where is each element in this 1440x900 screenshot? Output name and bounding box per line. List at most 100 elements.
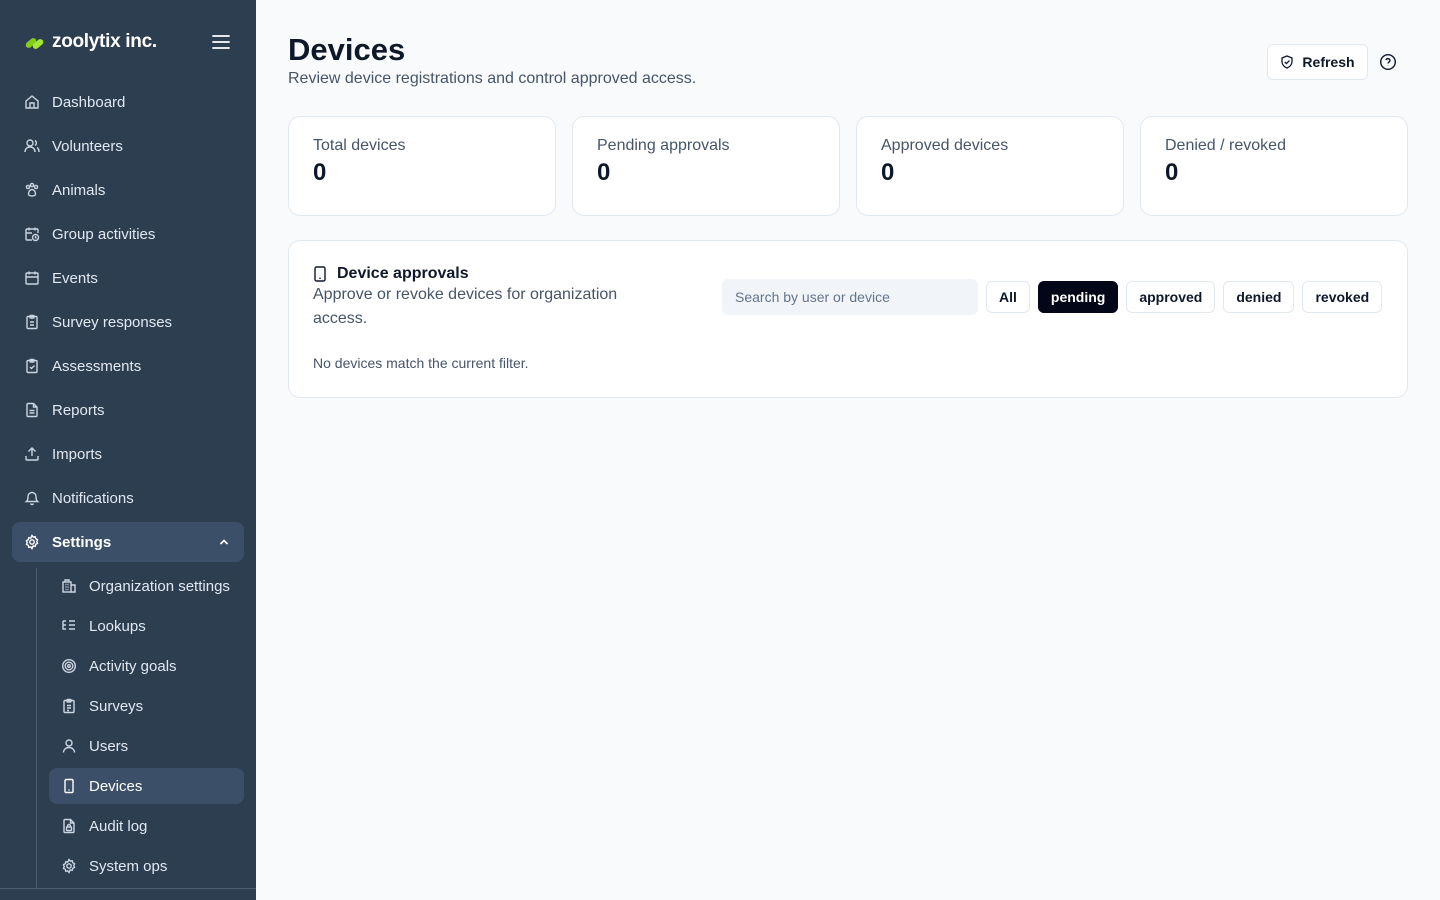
panel-description: Approve or revoke devices for organizati… <box>313 286 618 327</box>
sub-item-surveys[interactable]: Surveys <box>49 688 244 724</box>
clipboard-check-icon <box>24 358 40 374</box>
stat-value: 0 <box>597 159 611 186</box>
nav-item-label: Assessments <box>52 357 142 375</box>
nav-item-assessments[interactable]: Assessments <box>12 346 244 386</box>
brand-name: zoolytix inc. <box>52 31 157 52</box>
cog-icon <box>61 858 77 874</box>
status-filters: All pending approved denied revoked <box>986 281 1383 313</box>
sub-item-label: System ops <box>89 857 168 875</box>
file-text-icon <box>24 402 40 418</box>
settings-subnav: Organization settings Lookups Activity g… <box>36 568 244 888</box>
empty-state-message: No devices match the current filter. <box>313 355 529 371</box>
nav-item-volunteers[interactable]: Volunteers <box>12 126 244 166</box>
refresh-button[interactable]: Refresh <box>1267 44 1368 80</box>
sub-item-users[interactable]: Users <box>49 728 244 764</box>
filter-revoked-button[interactable]: revoked <box>1302 281 1383 313</box>
nav-item-label: Notifications <box>52 489 134 507</box>
sub-item-label: Activity goals <box>89 657 177 675</box>
brand-logo-icon <box>24 31 46 53</box>
menu-icon[interactable] <box>210 31 232 53</box>
sub-item-lookups[interactable]: Lookups <box>49 608 244 644</box>
sidebar: zoolytix inc. Dashboard Volunteers Anima… <box>0 0 256 900</box>
nav-item-imports[interactable]: Imports <box>12 434 244 474</box>
refresh-button-label: Refresh <box>1302 54 1355 70</box>
stat-value: 0 <box>313 159 327 186</box>
nav-item-events[interactable]: Events <box>12 258 244 298</box>
nav-item-label: Group activities <box>52 225 156 243</box>
stat-card-denied-revoked: Denied / revoked 0 <box>1140 116 1408 216</box>
calendar-clock-icon <box>24 226 40 242</box>
main-nav: Dashboard Volunteers Animals Group activ… <box>12 82 244 566</box>
shield-check-icon <box>1280 55 1294 69</box>
stat-label: Approved devices <box>881 137 1009 154</box>
sub-item-system-ops[interactable]: System ops <box>49 848 244 884</box>
nav-item-reports[interactable]: Reports <box>12 390 244 430</box>
stat-label: Total devices <box>313 137 406 154</box>
sub-item-label: Devices <box>89 777 143 795</box>
nav-item-label: Volunteers <box>52 137 123 155</box>
nav-item-survey-responses[interactable]: Survey responses <box>12 302 244 342</box>
filter-approved-button[interactable]: approved <box>1126 281 1216 313</box>
home-icon <box>24 94 40 110</box>
nav-item-label: Survey responses <box>52 313 173 331</box>
nav-item-label: Animals <box>52 181 106 199</box>
nav-item-settings[interactable]: Settings <box>12 522 244 562</box>
stat-value: 0 <box>881 159 895 186</box>
device-approvals-panel: Device approvals Approve or revoke devic… <box>288 240 1408 398</box>
filter-pending-button[interactable]: pending <box>1037 281 1119 313</box>
nav-item-animals[interactable]: Animals <box>12 170 244 210</box>
nav-item-label: Reports <box>52 401 105 419</box>
nav-item-label: Events <box>52 269 98 287</box>
sub-item-label: Organization settings <box>89 577 230 595</box>
nav-item-group-activities[interactable]: Group activities <box>12 214 244 254</box>
stat-card-total-devices: Total devices 0 <box>288 116 556 216</box>
stats-row: Total devices 0 Pending approvals 0 Appr… <box>288 116 1408 216</box>
stat-label: Denied / revoked <box>1165 137 1286 154</box>
nav-item-label: Settings <box>52 533 112 551</box>
sub-item-label: Audit log <box>89 817 148 835</box>
list-tree-icon <box>61 618 77 634</box>
paw-icon <box>24 182 40 198</box>
filter-denied-button[interactable]: denied <box>1223 281 1295 313</box>
page-title: Devices <box>288 32 406 67</box>
filter-all-button[interactable]: All <box>986 281 1030 313</box>
stat-card-pending-approvals: Pending approvals 0 <box>572 116 840 216</box>
sub-item-organization-settings[interactable]: Organization settings <box>49 568 244 604</box>
clipboard-list-icon <box>61 698 77 714</box>
clipboard-icon <box>24 314 40 330</box>
sub-item-devices[interactable]: Devices <box>49 768 244 804</box>
target-icon <box>61 658 77 674</box>
panel-title-text: Device approvals <box>337 265 469 282</box>
stat-card-approved-devices: Approved devices 0 <box>856 116 1124 216</box>
sub-item-label: Lookups <box>89 617 146 635</box>
sub-item-label: Surveys <box>89 697 144 715</box>
brand[interactable]: zoolytix inc. <box>24 31 157 53</box>
page-subtitle: Review device registrations and control … <box>288 70 697 87</box>
smartphone-icon <box>313 266 327 282</box>
sub-item-audit-log[interactable]: Audit log <box>49 808 244 844</box>
smartphone-icon <box>61 778 77 794</box>
calendar-icon <box>24 270 40 286</box>
building-icon <box>61 578 77 594</box>
stat-label: Pending approvals <box>597 137 730 154</box>
file-lock-icon <box>61 818 77 834</box>
search-input[interactable] <box>722 279 978 315</box>
nav-item-label: Imports <box>52 445 103 463</box>
stat-value: 0 <box>1165 159 1179 186</box>
help-icon[interactable] <box>1378 52 1398 72</box>
sidebar-divider <box>0 888 256 889</box>
bell-icon <box>24 490 40 506</box>
chevron-up-icon[interactable] <box>216 534 232 550</box>
nav-item-label: Dashboard <box>52 93 126 111</box>
nav-item-notifications[interactable]: Notifications <box>12 478 244 518</box>
nav-item-dashboard[interactable]: Dashboard <box>12 82 244 122</box>
main-content: Devices Review device registrations and … <box>256 0 1440 900</box>
gear-icon <box>24 534 40 550</box>
sub-item-activity-goals[interactable]: Activity goals <box>49 648 244 684</box>
users-icon <box>24 138 40 154</box>
user-icon <box>61 738 77 754</box>
panel-title: Device approvals <box>313 265 469 283</box>
sub-item-label: Users <box>89 737 129 755</box>
brand-row: zoolytix inc. <box>24 28 232 56</box>
upload-icon <box>24 446 40 462</box>
